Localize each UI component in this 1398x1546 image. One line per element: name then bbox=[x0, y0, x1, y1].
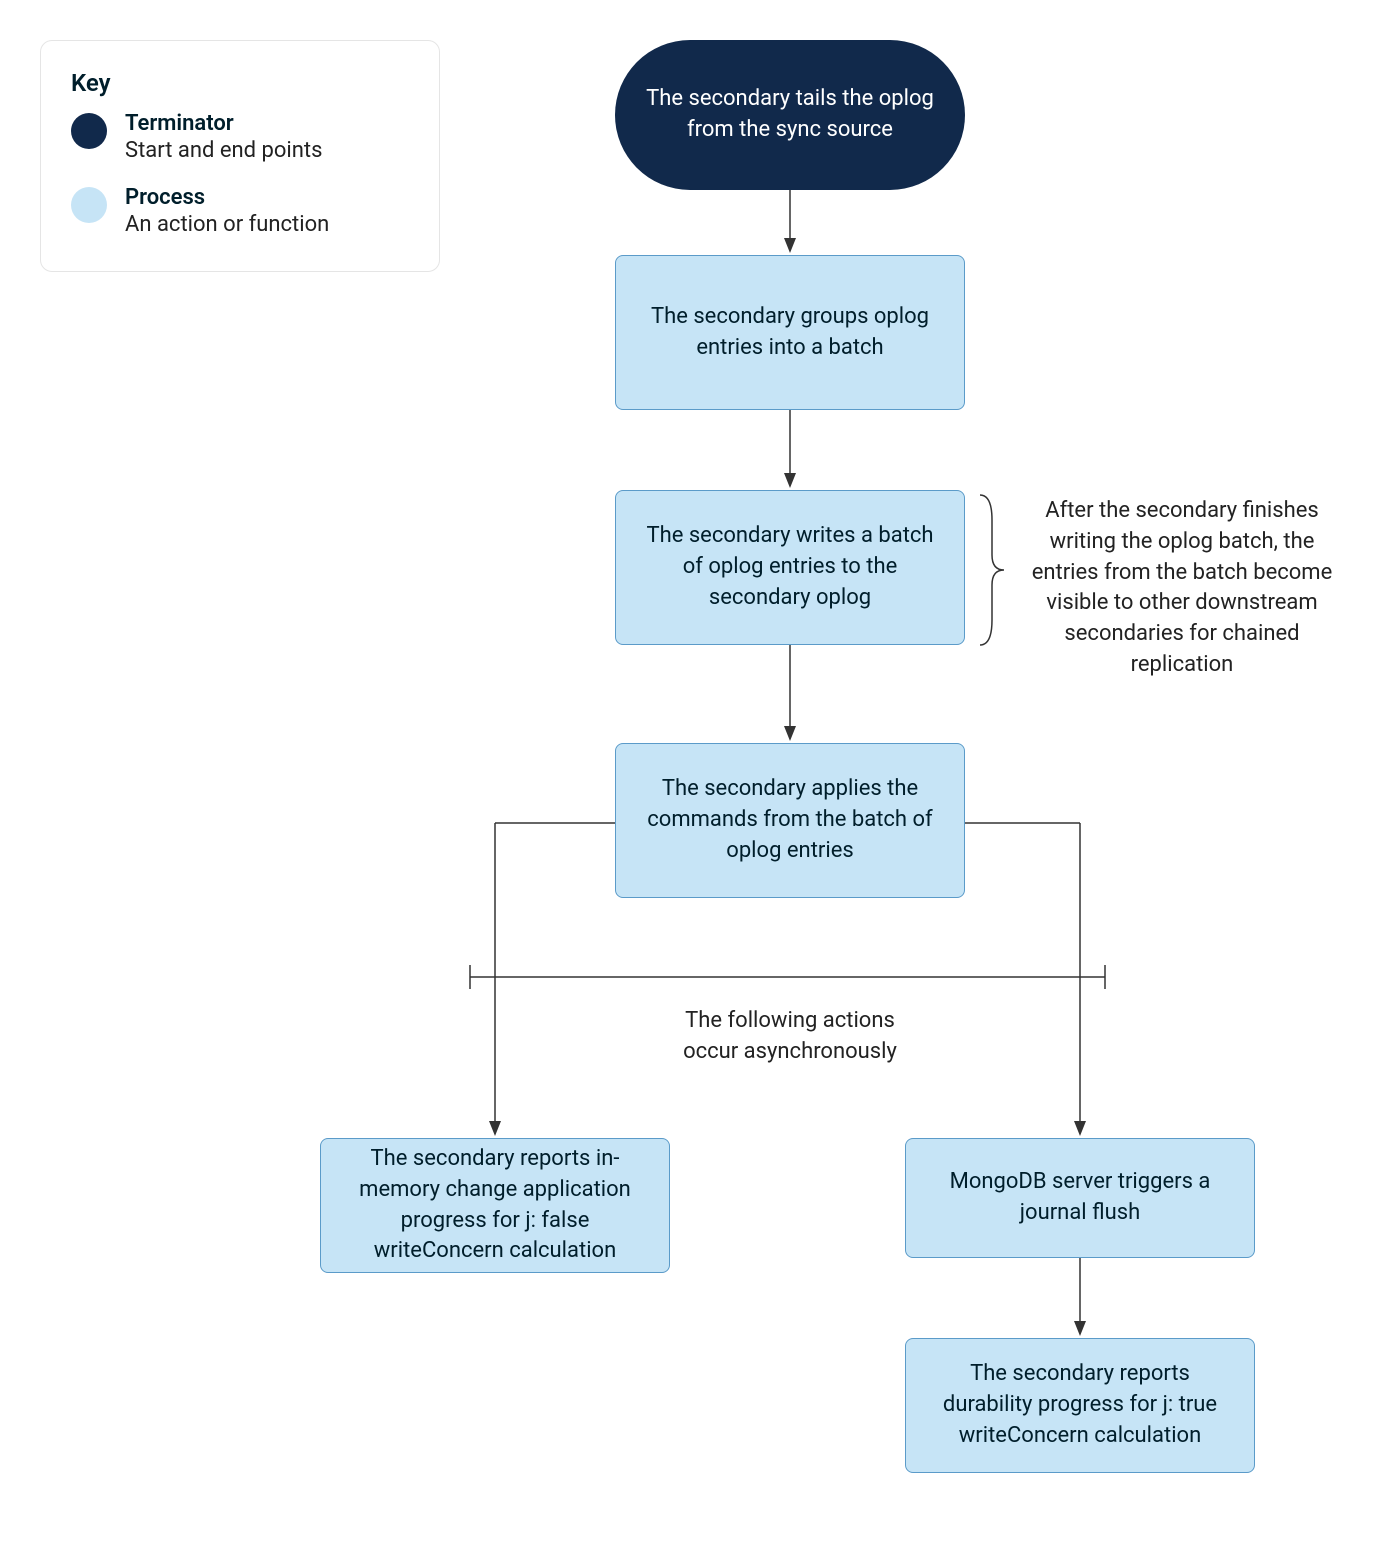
legend-row-terminator: Terminator Start and end points bbox=[71, 111, 409, 163]
node-process-journal-flush: MongoDB server triggers a journal flush bbox=[905, 1138, 1255, 1258]
legend-title: Key bbox=[71, 69, 409, 97]
legend-row-process: Process An action or function bbox=[71, 185, 409, 237]
node-terminator-start: The secondary tails the oplog from the s… bbox=[615, 40, 965, 190]
brace-annotation bbox=[980, 495, 1004, 645]
process-icon bbox=[71, 187, 107, 223]
node-text: MongoDB server triggers a journal flush bbox=[930, 1167, 1230, 1229]
annotation-text: After the secondary finishes writing the… bbox=[1032, 498, 1333, 677]
legend-desc: An action or function bbox=[125, 212, 329, 237]
annotation-chained-replication: After the secondary finishes writing the… bbox=[1022, 496, 1342, 681]
node-text: The secondary tails the oplog from the s… bbox=[645, 84, 935, 146]
annotation-line2: occur asynchronously bbox=[615, 1037, 965, 1068]
node-text: The secondary reports durability progres… bbox=[930, 1359, 1230, 1451]
node-text: The secondary groups oplog entries into … bbox=[640, 302, 940, 364]
terminator-icon bbox=[71, 113, 107, 149]
annotation-async: The following actions occur asynchronous… bbox=[615, 1006, 965, 1068]
node-process-group-batch: The secondary groups oplog entries into … bbox=[615, 255, 965, 410]
node-process-report-jtrue: The secondary reports durability progres… bbox=[905, 1338, 1255, 1473]
node-process-write-oplog: The secondary writes a batch of oplog en… bbox=[615, 490, 965, 645]
legend-label: Process bbox=[125, 185, 329, 210]
node-process-report-jfalse: The secondary reports in-memory change a… bbox=[320, 1138, 670, 1273]
node-text: The secondary applies the commands from … bbox=[640, 774, 940, 866]
legend-label: Terminator bbox=[125, 111, 322, 136]
legend-panel: Key Terminator Start and end points Proc… bbox=[40, 40, 440, 272]
node-text: The secondary reports in-memory change a… bbox=[345, 1144, 645, 1267]
node-process-apply-commands: The secondary applies the commands from … bbox=[615, 743, 965, 898]
legend-desc: Start and end points bbox=[125, 138, 322, 163]
annotation-line1: The following actions bbox=[615, 1006, 965, 1037]
node-text: The secondary writes a batch of oplog en… bbox=[640, 521, 940, 613]
